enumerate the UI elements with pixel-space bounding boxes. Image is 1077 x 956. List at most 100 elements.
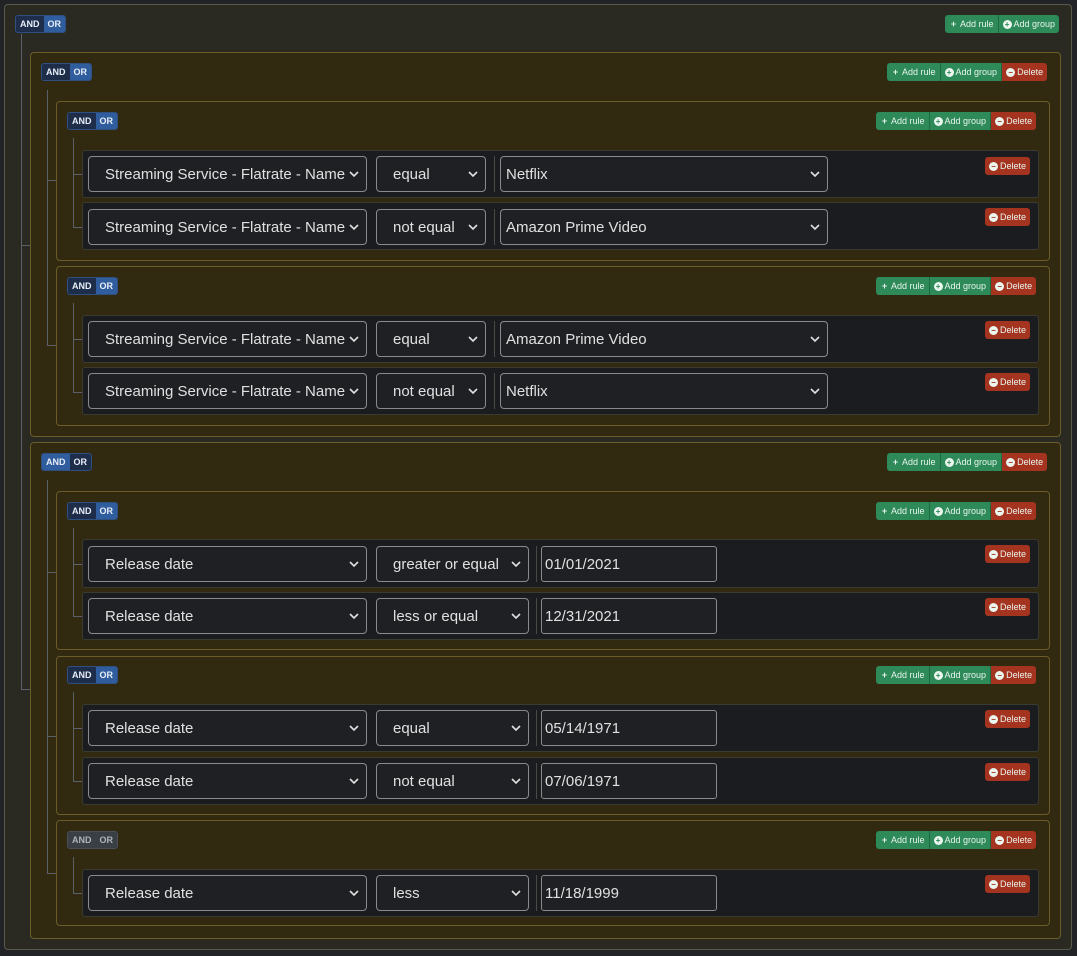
value-select[interactable]: Netflix: [500, 156, 828, 192]
tree-line: [47, 480, 48, 873]
operator-select[interactable]: equal: [376, 156, 486, 192]
and-button[interactable]: AND: [68, 503, 96, 519]
delete-group-button[interactable]: − Delete: [1002, 453, 1048, 471]
add-rule-button[interactable]: + Add rule: [887, 453, 941, 471]
delete-rule-button[interactable]: − Delete: [985, 875, 1031, 893]
field-select[interactable]: Release date: [88, 710, 367, 746]
and-button[interactable]: AND: [68, 113, 96, 129]
delete-group-button[interactable]: − Delete: [991, 502, 1037, 520]
or-button[interactable]: OR: [69, 64, 91, 80]
add-group-button[interactable]: + Add group: [940, 453, 1003, 471]
add-group-button[interactable]: + Add group: [940, 63, 1003, 81]
operator-select[interactable]: not equal: [376, 373, 486, 409]
operator-select[interactable]: equal: [376, 321, 486, 357]
plus-circle-icon: +: [933, 506, 943, 516]
date-input[interactable]: 07/06/1971: [541, 763, 717, 799]
operator-select[interactable]: not equal: [376, 209, 486, 245]
separator: [536, 546, 537, 582]
chevron-down-icon: [810, 388, 820, 395]
or-button[interactable]: OR: [95, 113, 117, 129]
field-select[interactable]: Release date: [88, 546, 367, 582]
tree-line: [73, 339, 82, 340]
delete-rule-button[interactable]: − Delete: [985, 710, 1031, 728]
delete-rule-button[interactable]: − Delete: [985, 545, 1031, 563]
add-group-button[interactable]: + Add group: [929, 831, 992, 849]
minus-circle-icon: −: [989, 377, 998, 387]
tree-line: [47, 90, 48, 345]
operator-select[interactable]: less: [376, 875, 529, 911]
add-group-button[interactable]: + Add group: [929, 666, 992, 684]
operator-select[interactable]: less or equal: [376, 598, 529, 634]
delete-rule-button[interactable]: − Delete: [985, 763, 1031, 781]
delete-group-button[interactable]: − Delete: [1002, 63, 1048, 81]
chevron-down-icon: [349, 890, 359, 897]
delete-rule-button[interactable]: − Delete: [985, 598, 1031, 616]
field-select[interactable]: Streaming Service - Flatrate - Name: [88, 373, 367, 409]
field-select[interactable]: Streaming Service - Flatrate - Name: [88, 209, 367, 245]
delete-group-button[interactable]: − Delete: [991, 277, 1037, 295]
field-select[interactable]: Release date: [88, 598, 367, 634]
minus-circle-icon: −: [989, 879, 998, 889]
value-select[interactable]: Amazon Prime Video: [500, 321, 828, 357]
group-condition-toggle: AND OR: [67, 277, 118, 295]
value-select[interactable]: Netflix: [500, 373, 828, 409]
chevron-down-icon: [349, 224, 359, 231]
group-actions: + Add rule + Add group − Delete: [887, 63, 1048, 81]
chevron-down-icon: [810, 224, 820, 231]
operator-select[interactable]: greater or equal: [376, 546, 529, 582]
field-select[interactable]: Release date: [88, 875, 367, 911]
field-select[interactable]: Streaming Service - Flatrate - Name: [88, 156, 367, 192]
group-condition-toggle: AND OR: [67, 502, 118, 520]
delete-rule-button[interactable]: − Delete: [985, 208, 1031, 226]
and-button[interactable]: AND: [68, 832, 96, 848]
delete-group-button[interactable]: − Delete: [991, 831, 1037, 849]
add-rule-button[interactable]: + Add rule: [876, 112, 930, 130]
or-button[interactable]: OR: [95, 278, 117, 294]
add-rule-button[interactable]: + Add rule: [887, 63, 941, 81]
delete-rule-button[interactable]: − Delete: [985, 157, 1031, 175]
tree-line: [47, 180, 56, 181]
chevron-down-icon: [468, 388, 478, 395]
and-button[interactable]: AND: [16, 16, 44, 32]
separator: [536, 763, 537, 799]
date-input[interactable]: 01/01/2021: [541, 546, 717, 582]
tree-line: [73, 392, 82, 393]
minus-circle-icon: −: [995, 506, 1005, 516]
date-input[interactable]: 05/14/1971: [541, 710, 717, 746]
add-rule-button[interactable]: + Add rule: [876, 831, 930, 849]
delete-rule-button[interactable]: − Delete: [985, 373, 1031, 391]
delete-group-button[interactable]: − Delete: [991, 666, 1037, 684]
date-input[interactable]: 12/31/2021: [541, 598, 717, 634]
add-rule-button[interactable]: + Add rule: [945, 15, 999, 33]
add-rule-button[interactable]: + Add rule: [876, 666, 930, 684]
add-rule-button[interactable]: + Add rule: [876, 277, 930, 295]
delete-group-button[interactable]: − Delete: [991, 112, 1037, 130]
tree-line: [73, 781, 82, 782]
and-button[interactable]: AND: [68, 278, 96, 294]
value-select[interactable]: Amazon Prime Video: [500, 209, 828, 245]
or-button[interactable]: OR: [43, 16, 65, 32]
or-button[interactable]: OR: [95, 503, 117, 519]
tree-line: [73, 138, 74, 227]
operator-select[interactable]: not equal: [376, 763, 529, 799]
or-button[interactable]: OR: [95, 832, 117, 848]
add-rule-button[interactable]: + Add rule: [876, 502, 930, 520]
add-group-button[interactable]: + Add group: [929, 112, 992, 130]
operator-select[interactable]: equal: [376, 710, 529, 746]
and-button[interactable]: AND: [42, 64, 70, 80]
add-group-button[interactable]: + Add group: [998, 15, 1060, 33]
and-button[interactable]: AND: [42, 454, 70, 470]
field-select[interactable]: Streaming Service - Flatrate - Name: [88, 321, 367, 357]
plus-circle-icon: +: [944, 457, 954, 467]
and-button[interactable]: AND: [68, 667, 96, 683]
tree-line: [73, 174, 82, 175]
or-button[interactable]: OR: [95, 667, 117, 683]
add-group-button[interactable]: + Add group: [929, 502, 992, 520]
tree-line: [21, 245, 30, 246]
date-input[interactable]: 11/18/1999: [541, 875, 717, 911]
add-group-button[interactable]: + Add group: [929, 277, 992, 295]
field-select[interactable]: Release date: [88, 763, 367, 799]
delete-rule-button[interactable]: − Delete: [985, 321, 1031, 339]
plus-circle-icon: +: [1002, 19, 1012, 29]
or-button[interactable]: OR: [69, 454, 91, 470]
